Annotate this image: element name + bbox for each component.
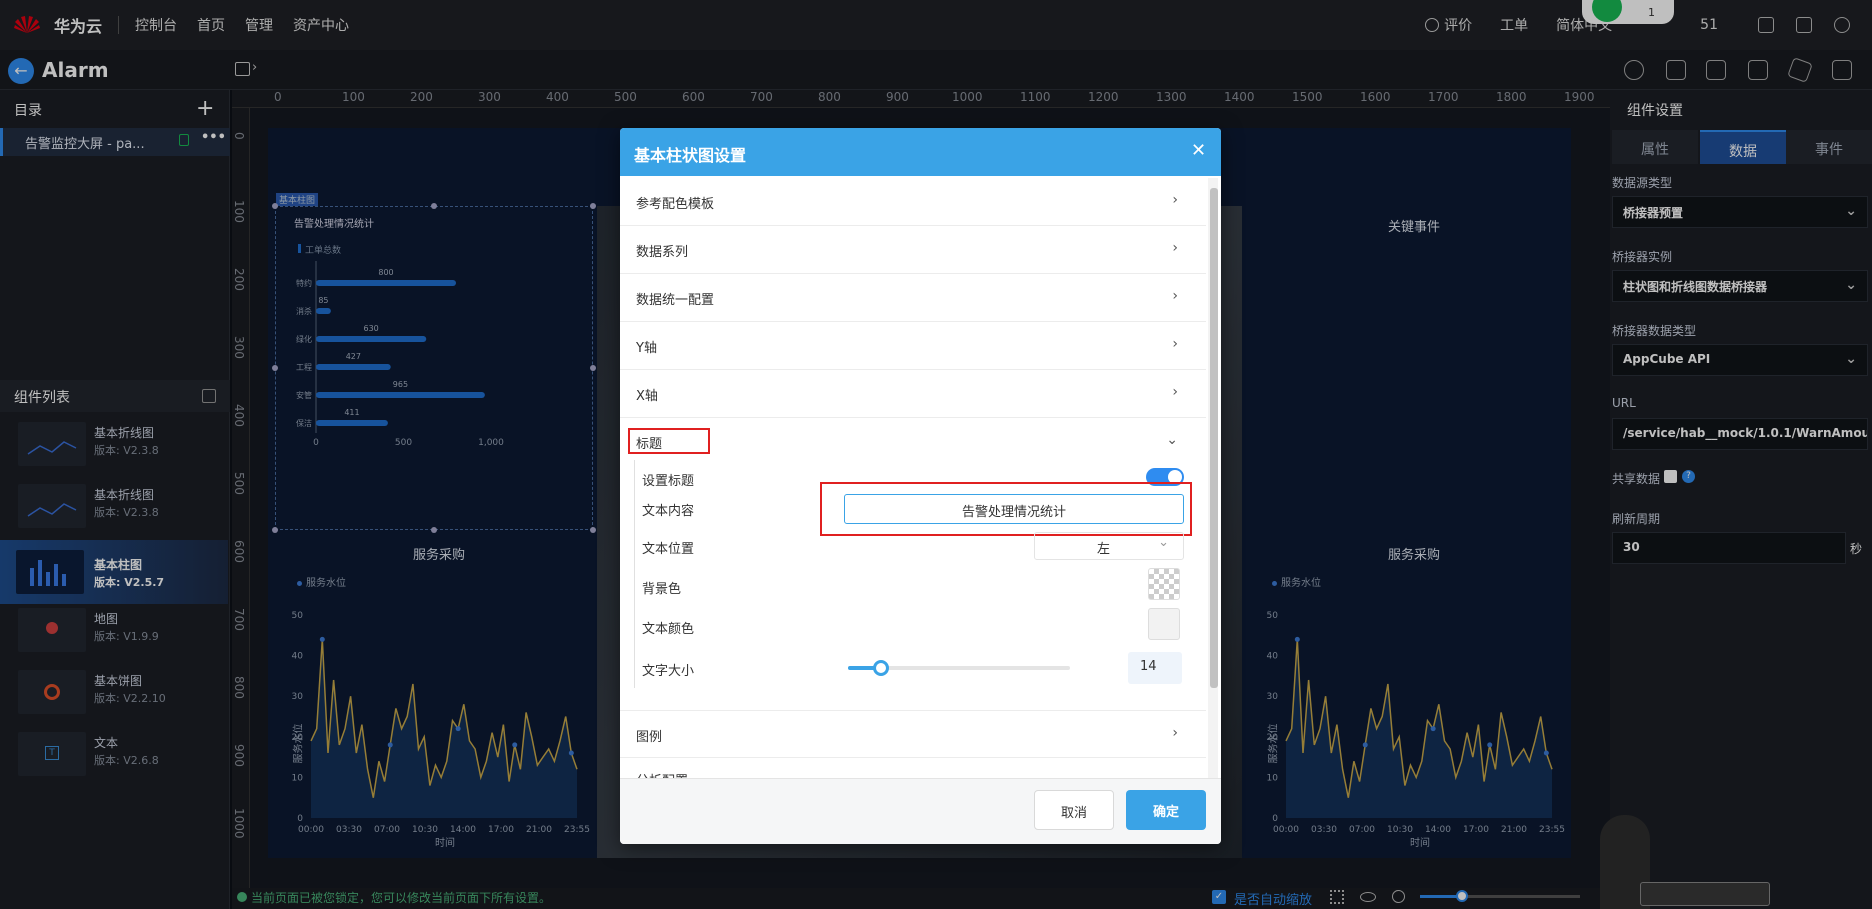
chevron-right-icon: › — [1172, 288, 1178, 304]
chevron-down-icon: ⌄ — [1158, 535, 1169, 550]
close-icon[interactable]: ✕ — [1191, 140, 1206, 161]
font-size-input[interactable]: 14 — [1128, 652, 1182, 684]
text-position-label: 文本位置 — [642, 542, 695, 557]
text-content-label: 文本内容 — [642, 504, 695, 519]
title-subsection-line — [634, 460, 635, 688]
section-label: 参考配色模板 — [636, 197, 715, 212]
section-data-series[interactable]: 数据系列 › — [620, 226, 1206, 274]
chevron-right-icon: › — [1172, 384, 1178, 400]
chevron-right-icon: › — [1172, 725, 1178, 741]
modal-title: 基本柱状图设置 — [620, 128, 1221, 176]
text-content-input[interactable]: 告警处理情况统计 — [844, 494, 1184, 524]
confirm-button[interactable]: 确定 — [1126, 790, 1206, 830]
cancel-button[interactable]: 取消 — [1034, 790, 1114, 830]
section-label: 图例 — [636, 730, 663, 745]
font-size-label: 文字大小 — [642, 664, 695, 679]
text-color-picker[interactable] — [1148, 608, 1180, 640]
bg-color-label: 背景色 — [642, 582, 682, 597]
set-title-label: 设置标题 — [642, 474, 695, 489]
bg-color-picker[interactable] — [1148, 568, 1180, 600]
font-size-slider-handle[interactable] — [873, 660, 889, 676]
section-data-unified[interactable]: 数据统一配置 › — [620, 274, 1206, 322]
text-position-select[interactable]: 左 ⌄ — [1034, 532, 1184, 560]
app-root: { "topbar": { "brand": "华为云", "nav": ["控… — [0, 0, 1872, 909]
chevron-down-icon: ⌄ — [1166, 432, 1178, 448]
title-section-highlight — [628, 428, 710, 454]
bar-chart-settings-modal: 基本柱状图设置 ✕ 参考配色模板 › 数据系列 › 数据统一配置 › Y轴 › X轴 › … — [620, 128, 1221, 844]
chevron-right-icon: › — [1172, 192, 1178, 208]
font-size-slider[interactable] — [848, 660, 1070, 676]
ime-toolbar[interactable] — [1640, 882, 1770, 906]
section-color-template[interactable]: 参考配色模板 › — [620, 178, 1206, 226]
section-y-axis[interactable]: Y轴 › — [620, 322, 1206, 370]
section-legend[interactable]: 图例 › — [620, 710, 1206, 758]
section-x-axis[interactable]: X轴 › — [620, 370, 1206, 418]
text-position-value: 左 — [1097, 542, 1111, 557]
chevron-right-icon: › — [1172, 336, 1178, 352]
text-color-label: 文本颜色 — [642, 622, 695, 637]
section-label: 数据统一配置 — [636, 293, 715, 308]
section-label: X轴 — [636, 389, 658, 404]
section-label: Y轴 — [636, 341, 657, 356]
modal-scrollbar-thumb[interactable] — [1210, 188, 1218, 688]
section-label: 数据系列 — [636, 245, 689, 260]
chevron-right-icon: › — [1172, 240, 1178, 256]
